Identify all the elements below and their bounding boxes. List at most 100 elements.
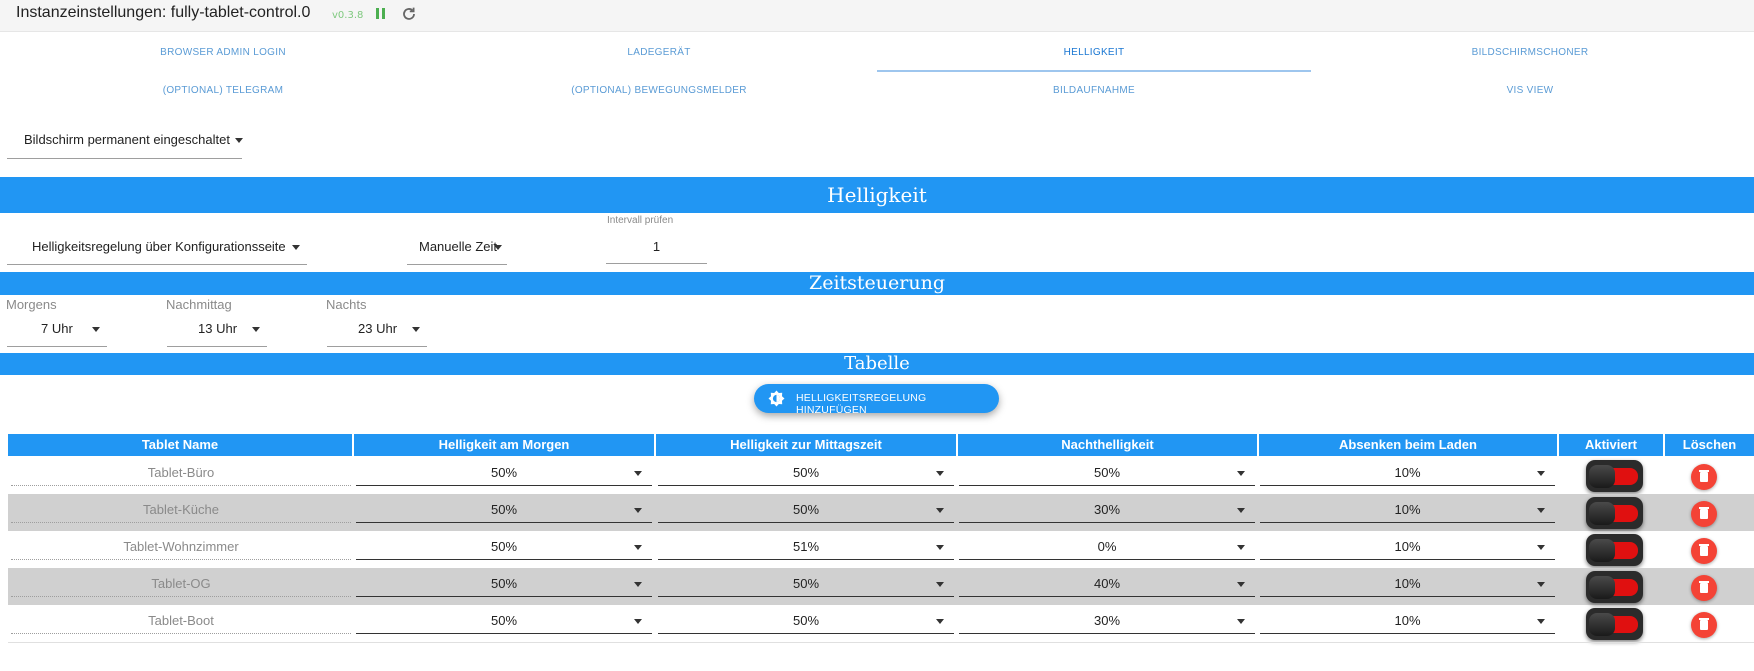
chevron-down-icon [634, 508, 642, 513]
morgen-brightness-select[interactable]: 50% [356, 463, 652, 486]
column-header-laden: Absenken beim Laden [1259, 434, 1557, 456]
chevron-down-icon [634, 545, 642, 550]
chevron-down-icon [292, 245, 300, 250]
mittag-value: 50% [792, 576, 820, 591]
chevron-down-icon [1237, 582, 1245, 587]
table-row: Tablet-Boot 50% 50% 30% 10% [8, 605, 1754, 642]
chevron-down-icon [494, 245, 502, 250]
nacht-value: 40% [1093, 576, 1121, 591]
chevron-down-icon [936, 619, 944, 624]
laden-value: 10% [1394, 502, 1421, 517]
tab-ladegeraet[interactable]: LADEGERÄT [442, 36, 876, 70]
chevron-down-icon [1537, 619, 1545, 624]
delete-button[interactable] [1691, 464, 1717, 490]
column-header-aktiviert: Aktiviert [1559, 434, 1663, 456]
chevron-down-icon [235, 138, 243, 143]
chevron-down-icon [634, 619, 642, 624]
laden-brightness-select[interactable]: 10% [1260, 500, 1555, 523]
chevron-down-icon [1237, 545, 1245, 550]
tablet-name-field[interactable]: Tablet-Wohnzimmer [11, 537, 351, 560]
laden-brightness-select[interactable]: 10% [1260, 463, 1555, 486]
aktiviert-toggle[interactable] [1586, 460, 1643, 492]
nacht-brightness-select[interactable]: 0% [959, 537, 1255, 560]
tab-bildaufnahme[interactable]: BILDAUFNAHME [877, 74, 1311, 108]
interval-label: Intervall prüfen [607, 215, 674, 226]
tab-helligkeit[interactable]: HELLIGKEIT [877, 36, 1311, 70]
screen-mode-select[interactable]: Bildschirm permanent eingeschaltet [7, 127, 243, 159]
tablet-name-field[interactable]: Tablet-Küche [11, 500, 351, 523]
brightness-mode-select[interactable]: Helligkeitsregelung über Konfigurationss… [7, 231, 307, 265]
tab-browser-admin-login[interactable]: BROWSER ADMIN LOGIN [6, 36, 440, 70]
mittag-brightness-select[interactable]: 50% [658, 611, 954, 634]
nachmittag-select[interactable]: 13 Uhr [167, 316, 267, 347]
mittag-brightness-select[interactable]: 50% [658, 463, 954, 486]
chevron-down-icon [92, 327, 100, 332]
tablet-name-field[interactable]: Tablet-Büro [11, 463, 351, 486]
laden-brightness-select[interactable]: 10% [1260, 574, 1555, 597]
version-label: v0.3.8 [332, 10, 364, 21]
column-header-loeschen: Löschen [1665, 434, 1754, 456]
tab-vis-view[interactable]: VIS VIEW [1313, 74, 1747, 108]
tablet-name-field[interactable]: Tablet-OG [11, 574, 351, 597]
tab-bildschirmschoner[interactable]: BILDSCHIRMSCHONER [1313, 36, 1747, 70]
chevron-down-icon [1537, 545, 1545, 550]
add-button-label: HELLIGKEITSREGELUNG HINZUFÜGEN [796, 392, 927, 416]
laden-value: 10% [1394, 613, 1421, 628]
morgen-brightness-select[interactable]: 50% [356, 611, 652, 634]
nachts-label: Nachts [326, 297, 367, 312]
laden-value: 10% [1394, 465, 1421, 480]
chevron-down-icon [1237, 619, 1245, 624]
morgen-value: 50% [490, 576, 518, 591]
tablet-name-field[interactable]: Tablet-Boot [11, 611, 351, 634]
chevron-down-icon [634, 471, 642, 476]
mittag-brightness-select[interactable]: 50% [658, 574, 954, 597]
laden-brightness-select[interactable]: 10% [1260, 537, 1555, 560]
nacht-brightness-select[interactable]: 30% [959, 611, 1255, 634]
nacht-brightness-select[interactable]: 30% [959, 500, 1255, 523]
aktiviert-toggle[interactable] [1586, 534, 1643, 566]
delete-button[interactable] [1691, 538, 1717, 564]
aktiviert-toggle[interactable] [1586, 608, 1643, 640]
table-row: Tablet-Büro 50% 50% 50% 10% [8, 457, 1754, 494]
mittag-brightness-select[interactable]: 51% [658, 537, 954, 560]
nachts-select[interactable]: 23 Uhr [327, 316, 427, 347]
delete-button[interactable] [1691, 612, 1717, 638]
chevron-down-icon [1537, 471, 1545, 476]
chevron-down-icon [412, 327, 420, 332]
section-tabelle-heading: Tabelle [0, 353, 1754, 375]
mittag-value: 50% [792, 465, 820, 480]
active-tab-indicator [877, 70, 1311, 72]
brightness-mode-value: Helligkeitsregelung über Konfigurationss… [32, 239, 286, 254]
morgen-brightness-select[interactable]: 50% [356, 500, 652, 523]
refresh-icon[interactable] [400, 5, 418, 23]
table-row: Tablet-Küche 50% 50% 30% 10% [8, 494, 1754, 531]
pause-icon[interactable] [375, 7, 387, 21]
morgen-brightness-select[interactable]: 50% [356, 574, 652, 597]
nacht-brightness-select[interactable]: 50% [959, 463, 1255, 486]
morgen-brightness-select[interactable]: 50% [356, 537, 652, 560]
morgens-select[interactable]: 7 Uhr [7, 316, 107, 347]
delete-button[interactable] [1691, 501, 1717, 527]
column-header-morgen: Helligkeit am Morgen [354, 434, 654, 456]
nacht-value: 0% [1097, 539, 1117, 554]
add-brightness-rule-button[interactable]: HELLIGKEITSREGELUNG HINZUFÜGEN [754, 384, 999, 416]
screen-mode-value: Bildschirm permanent eingeschaltet [24, 132, 230, 147]
chevron-down-icon [634, 582, 642, 587]
chevron-down-icon [1237, 508, 1245, 513]
laden-brightness-select[interactable]: 10% [1260, 611, 1555, 634]
interval-input[interactable]: 1 [606, 235, 707, 264]
delete-button[interactable] [1691, 575, 1717, 601]
tab-bewegungsmelder[interactable]: (OPTIONAL) BEWEGUNGSMELDER [442, 74, 876, 108]
morgen-value: 50% [490, 465, 518, 480]
column-header-nacht: Nachthelligkeit [958, 434, 1257, 456]
aktiviert-toggle[interactable] [1586, 571, 1643, 603]
time-mode-select[interactable]: Manuelle Zeit [407, 231, 507, 265]
chevron-down-icon [936, 508, 944, 513]
nachmittag-label: Nachmittag [166, 297, 232, 312]
laden-value: 10% [1394, 576, 1421, 591]
nacht-brightness-select[interactable]: 40% [959, 574, 1255, 597]
mittag-brightness-select[interactable]: 50% [658, 500, 954, 523]
tab-telegram[interactable]: (OPTIONAL) TELEGRAM [6, 74, 440, 108]
mittag-value: 51% [792, 539, 820, 554]
aktiviert-toggle[interactable] [1586, 497, 1643, 529]
